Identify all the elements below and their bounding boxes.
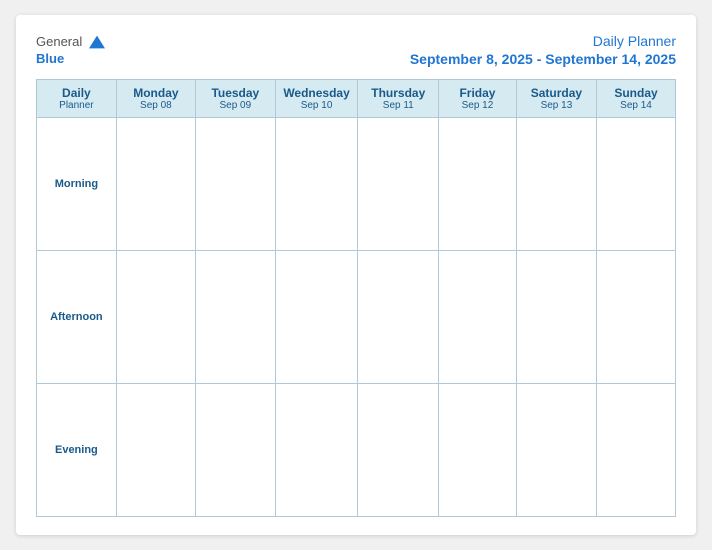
cell-fri-morning[interactable] (439, 118, 517, 251)
cell-thu-morning[interactable] (358, 118, 439, 251)
cell-wed-afternoon[interactable] (275, 251, 358, 384)
cell-fri-evening[interactable] (439, 384, 517, 517)
cell-fri-afternoon[interactable] (439, 251, 517, 384)
header: General Blue Daily Planner September 8, … (36, 33, 676, 69)
cell-mon-evening[interactable] (116, 384, 195, 517)
cell-sun-evening[interactable] (597, 384, 676, 517)
cell-sat-afternoon[interactable] (516, 251, 596, 384)
cell-wed-morning[interactable] (275, 118, 358, 251)
cell-tue-morning[interactable] (196, 118, 276, 251)
table-row-morning: Morning (37, 118, 676, 251)
cell-sun-morning[interactable] (597, 118, 676, 251)
logo-area: General Blue (36, 33, 105, 66)
cell-thu-evening[interactable] (358, 384, 439, 517)
header-cell-fri: Friday Sep 12 (439, 80, 517, 118)
logo-general-text: General (36, 34, 82, 49)
header-cell-tue: Tuesday Sep 09 (196, 80, 276, 118)
header-cell-label: Daily Planner (37, 80, 117, 118)
title-area: Daily Planner September 8, 2025 - Septem… (410, 33, 676, 69)
header-cell-sat: Saturday Sep 13 (516, 80, 596, 118)
calendar-table: Daily Planner Monday Sep 08 Tuesday Sep … (36, 79, 676, 517)
cell-tue-evening[interactable] (196, 384, 276, 517)
header-cell-mon: Monday Sep 08 (116, 80, 195, 118)
row-label-afternoon: Afternoon (37, 251, 117, 384)
logo: General (36, 33, 105, 51)
cell-sun-afternoon[interactable] (597, 251, 676, 384)
logo-blue-text: Blue (36, 51, 64, 66)
cell-wed-evening[interactable] (275, 384, 358, 517)
planner-page: General Blue Daily Planner September 8, … (16, 15, 696, 535)
planner-title: Daily Planner (593, 33, 676, 49)
cell-mon-afternoon[interactable] (116, 251, 195, 384)
header-cell-wed: Wednesday Sep 10 (275, 80, 358, 118)
logo-icon (89, 35, 105, 49)
cell-tue-afternoon[interactable] (196, 251, 276, 384)
cell-sat-morning[interactable] (516, 118, 596, 251)
planner-date-range: September 8, 2025 - September 14, 2025 (410, 51, 676, 67)
row-label-evening: Evening (37, 384, 117, 517)
header-cell-thu: Thursday Sep 11 (358, 80, 439, 118)
cell-thu-afternoon[interactable] (358, 251, 439, 384)
cell-mon-morning[interactable] (116, 118, 195, 251)
table-row-evening: Evening (37, 384, 676, 517)
header-cell-sun: Sunday Sep 14 (597, 80, 676, 118)
table-row-afternoon: Afternoon (37, 251, 676, 384)
cell-sat-evening[interactable] (516, 384, 596, 517)
table-header-row: Daily Planner Monday Sep 08 Tuesday Sep … (37, 80, 676, 118)
row-label-morning: Morning (37, 118, 117, 251)
